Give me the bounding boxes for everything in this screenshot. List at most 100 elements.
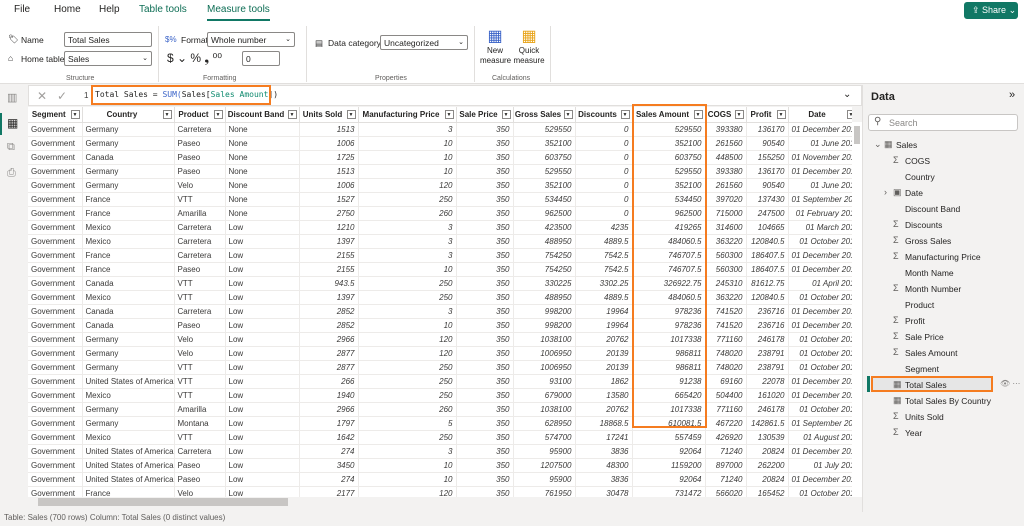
table-cell[interactable]: Carretera [174,444,226,459]
table-cell[interactable]: 01 November 201 [788,150,852,165]
table-cell[interactable]: 350 [456,472,514,487]
table-cell[interactable]: Government [28,332,83,347]
table-cell[interactable]: 998200 [513,318,576,333]
table-cell[interactable]: 2852 [299,318,359,333]
table-cell[interactable]: 120 [358,346,457,361]
table-cell[interactable]: 1207500 [513,458,576,473]
table-cell[interactable]: 01 February 201 [788,206,852,221]
table-cell[interactable]: 679000 [513,388,576,403]
table-cell[interactable]: 120840.5 [746,290,789,305]
table-cell[interactable]: 350 [456,122,514,137]
table-cell[interactable]: 2155 [299,248,359,263]
table-cell[interactable]: 1725 [299,150,359,165]
menu-help[interactable]: Help [99,4,120,15]
table-cell[interactable]: 350 [456,304,514,319]
menu-file[interactable]: File [14,4,30,15]
table-cell[interactable]: France [82,206,175,221]
table-cell[interactable]: Government [28,402,83,417]
table-cell[interactable]: 0 [575,164,633,179]
table-cell[interactable]: 1038100 [513,332,576,347]
table-cell[interactable]: 236716 [746,304,789,319]
field-item[interactable]: Country [905,172,935,182]
table-cell[interactable]: Carretera [174,304,226,319]
table-cell[interactable]: 01 October 201 [788,360,852,375]
table-cell[interactable]: Government [28,150,83,165]
table-cell[interactable]: 574700 [513,430,576,445]
table-cell[interactable]: 22078 [746,374,789,389]
new-measure-button[interactable]: ▦ New measure [480,26,511,66]
table-cell[interactable]: 897000 [705,458,747,473]
table-cell[interactable]: Mexico [82,220,175,235]
table-cell[interactable]: 10 [358,458,457,473]
table-cell[interactable]: 20139 [575,346,633,361]
table-cell[interactable]: 4889.5 [575,234,633,249]
table-cell[interactable]: 467220 [705,416,747,431]
table-cell[interactable]: 01 October 201 [788,486,852,497]
column-header[interactable]: Units Sold ▼ [299,107,359,123]
table-cell[interactable]: 603750 [513,150,576,165]
table-cell[interactable]: Germany [82,346,175,361]
table-cell[interactable]: 69160 [705,374,747,389]
table-cell[interactable]: 504400 [705,388,747,403]
table-cell[interactable]: Government [28,178,83,193]
table-cell[interactable]: 1940 [299,388,359,403]
table-cell[interactable]: 20824 [746,472,789,487]
filter-dropdown-icon[interactable]: ▼ [563,110,573,119]
table-cell[interactable]: 260 [358,402,457,417]
table-cell[interactable]: 350 [456,332,514,347]
table-cell[interactable]: 1006 [299,136,359,151]
column-header[interactable]: Profit ▼ [746,107,789,123]
table-cell[interactable]: 5 [358,416,457,431]
table-cell[interactable]: 350 [456,150,514,165]
table-cell[interactable]: 93100 [513,374,576,389]
column-header[interactable]: Gross Sales ▼ [513,107,576,123]
table-cell[interactable]: VTT [174,192,226,207]
table-cell[interactable]: 186407.5 [746,262,789,277]
table-cell[interactable]: Carretera [174,234,226,249]
table-cell[interactable]: 247500 [746,206,789,221]
table-cell[interactable]: 13580 [575,388,633,403]
field-item[interactable]: Sales Amount [905,348,957,358]
table-cell[interactable]: 238791 [746,346,789,361]
table-cell[interactable]: Paseo [174,472,226,487]
table-cell[interactable]: 393380 [705,122,747,137]
table-cell[interactable]: 10 [358,262,457,277]
table-cell[interactable]: 1397 [299,290,359,305]
table-cell[interactable]: Velo [174,486,226,497]
table-cell[interactable]: 10 [358,136,457,151]
table-cell[interactable]: 1513 [299,164,359,179]
table-cell[interactable]: 250 [358,360,457,375]
cancel-formula-icon[interactable]: ✕ [37,89,47,103]
table-cell[interactable]: VTT [174,290,226,305]
decimal-places-stepper[interactable]: 0 [242,51,280,66]
table-cell[interactable]: Velo [174,178,226,193]
table-cell[interactable]: 2177 [299,486,359,497]
table-cell[interactable]: 10 [358,472,457,487]
table-cell[interactable]: Government [28,444,83,459]
table-cell[interactable]: 350 [456,346,514,361]
table-cell[interactable]: 363220 [705,290,747,305]
table-cell[interactable]: 92064 [632,444,706,459]
currency-button[interactable]: $ ⌄ % ❟ ⁰⁰ [167,51,222,66]
table-cell[interactable]: 350 [456,458,514,473]
table-cell[interactable]: United States of America [82,374,175,389]
table-cell[interactable]: 136170 [746,122,789,137]
column-header[interactable]: Discount Band ▼ [225,107,300,123]
table-cell[interactable]: 246178 [746,402,789,417]
table-cell[interactable]: Paseo [174,458,226,473]
home-table-select[interactable]: Sales ⌄ [64,51,152,66]
table-cell[interactable]: 262200 [746,458,789,473]
field-item[interactable]: Discounts [905,220,942,230]
table-cell[interactable]: 01 December 201 [788,262,852,277]
table-cell[interactable]: 2877 [299,346,359,361]
table-cell[interactable]: 1797 [299,416,359,431]
table-cell[interactable]: Germany [82,122,175,137]
table-cell[interactable]: 01 March 201 [788,220,852,235]
table-cell[interactable]: 748020 [705,360,747,375]
table-cell[interactable]: 962500 [513,206,576,221]
table-cell[interactable]: Government [28,290,83,305]
table-cell[interactable]: 01 December 201 [788,388,852,403]
table-cell[interactable]: 330225 [513,276,576,291]
table-cell[interactable]: 0 [575,122,633,137]
table-cell[interactable]: 01 October 201 [788,234,852,249]
